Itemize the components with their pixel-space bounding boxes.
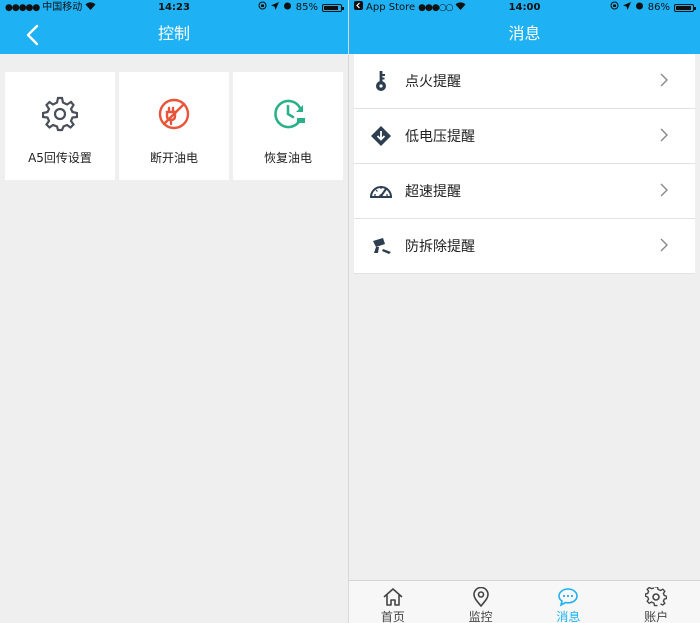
settings-icon: [645, 587, 668, 607]
rotation-lock-icon: [610, 0, 619, 16]
location-pin-icon: [472, 587, 489, 607]
navigation-bar: ●●●●● 中国移动 14:23 85% 控制: [0, 0, 348, 54]
alarm-icon: [635, 0, 644, 16]
navigation-bar: App Store ●●●○○ 14:00 86% 消息: [349, 0, 700, 54]
bottom-tab-bar: 首页 监控 消息 账户: [349, 580, 700, 623]
home-icon: [383, 588, 403, 606]
battery-percent: 86%: [647, 2, 670, 13]
control-screen: ●●●●● 中国移动 14:23 85% 控制 A5回传设置 断开油电 恢复油电: [0, 0, 348, 623]
rotation-lock-icon: [258, 0, 267, 16]
status-bar: ●●●●● 中国移动 14:23 85%: [0, 0, 348, 16]
chevron-right-icon: [660, 238, 668, 252]
tab-account[interactable]: 账户: [612, 581, 700, 623]
list-item-label: 低电压提醒: [405, 129, 475, 145]
tile-label: 恢复油电: [263, 151, 312, 165]
tile-a5-report-settings[interactable]: A5回传设置: [5, 72, 115, 180]
key-icon: [376, 71, 386, 91]
power-restore-icon: [274, 99, 305, 129]
tamper-icon: [373, 238, 391, 254]
list-item-ignition-alert[interactable]: 点火提醒: [354, 54, 695, 109]
battery-percent: 85%: [295, 2, 318, 13]
tab-monitor[interactable]: 监控: [437, 581, 525, 623]
tab-label: 首页: [380, 610, 405, 623]
message-settings-list: 点火提醒 低电压提醒 超速提醒 防拆除提醒: [354, 54, 695, 274]
chevron-right-icon: [660, 128, 668, 142]
list-item-overspeed-alert[interactable]: 超速提醒: [354, 164, 695, 219]
page-title: 消息: [508, 24, 541, 43]
location-arrow-icon: [270, 0, 279, 16]
tab-label: 消息: [556, 610, 581, 623]
tab-home[interactable]: 首页: [349, 581, 437, 623]
tile-label: A5回传设置: [28, 151, 92, 165]
battery-icon: [322, 4, 344, 12]
tile-label: 断开油电: [149, 151, 198, 165]
page-title: 控制: [157, 24, 190, 43]
list-item-tamper-alert[interactable]: 防拆除提醒: [354, 219, 695, 274]
chevron-right-icon: [660, 183, 668, 197]
list-item-label: 点火提醒: [405, 74, 461, 90]
control-grid: A5回传设置 断开油电 恢复油电: [5, 72, 343, 180]
tile-cut-power[interactable]: 断开油电: [119, 72, 229, 180]
location-arrow-icon: [622, 0, 631, 16]
messages-screen: App Store ●●●○○ 14:00 86% 消息 点火提醒 低电压提醒 …: [349, 0, 700, 623]
tab-label: 账户: [644, 610, 669, 623]
gear-icon: [42, 96, 78, 132]
status-bar: App Store ●●●○○ 14:00 86%: [349, 0, 700, 16]
battery-icon: [674, 4, 696, 12]
tab-messages[interactable]: 消息: [525, 581, 613, 623]
tab-label: 监控: [468, 610, 493, 623]
power-off-icon: [158, 98, 190, 130]
low-voltage-icon: [371, 126, 391, 146]
message-icon: [558, 588, 579, 607]
list-item-low-voltage-alert[interactable]: 低电压提醒: [354, 109, 695, 164]
speedometer-icon: [370, 186, 392, 198]
chevron-right-icon: [660, 73, 668, 87]
tile-restore-power[interactable]: 恢复油电: [233, 72, 343, 180]
alarm-icon: [283, 0, 292, 16]
list-item-label: 超速提醒: [405, 184, 461, 200]
list-item-label: 防拆除提醒: [405, 239, 475, 255]
